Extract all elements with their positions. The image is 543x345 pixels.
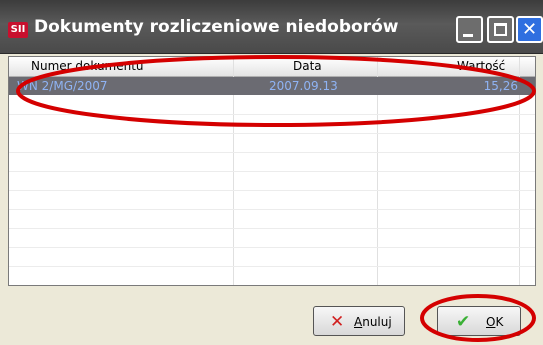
maximize-button[interactable]	[487, 16, 514, 43]
ok-button[interactable]: ✔ OK	[437, 306, 521, 336]
row-line	[9, 228, 535, 229]
cancel-button[interactable]: ✕ Anuluj	[313, 306, 405, 336]
row-line	[9, 114, 535, 115]
column-header-data[interactable]: Data	[293, 59, 322, 73]
row-line	[9, 133, 535, 134]
table-header: Numer dokumentu Data Wartość	[9, 57, 535, 77]
maximize-icon	[494, 23, 507, 36]
column-header-wartosc[interactable]: Wartość	[457, 59, 505, 73]
cell-numer: WN 2/MG/2007	[17, 79, 108, 93]
cell-data: 2007.09.13	[269, 79, 338, 93]
row-line	[9, 266, 535, 267]
window-title: Dokumenty rozliczeniowe niedoborów	[34, 17, 399, 37]
ok-label: OK	[486, 315, 504, 329]
minimize-button[interactable]	[456, 16, 483, 43]
table-row[interactable]: WN 2/MG/2007 2007.09.13 15,26	[9, 77, 535, 95]
cancel-label: Anuluj	[354, 315, 392, 329]
title-bar[interactable]: SII Dokumenty rozliczeniowe niedoborów ✕	[0, 0, 543, 54]
close-button[interactable]: ✕	[516, 16, 543, 43]
row-line	[9, 152, 535, 153]
close-icon: ✕	[521, 19, 538, 40]
x-icon: ✕	[330, 312, 345, 332]
minimize-icon	[463, 34, 473, 37]
dialog-window: SII Dokumenty rozliczeniowe niedoborów ✕…	[0, 0, 543, 345]
cell-wartosc: 15,26	[483, 79, 518, 93]
documents-table[interactable]: Numer dokumentu Data Wartość WN 2/MG/200…	[8, 56, 536, 286]
row-line	[9, 190, 535, 191]
column-header-numer[interactable]: Numer dokumentu	[31, 59, 144, 73]
row-line	[9, 171, 535, 172]
app-icon: SII	[8, 22, 28, 38]
row-line	[9, 247, 535, 248]
row-line	[9, 209, 535, 210]
check-icon: ✔	[456, 312, 471, 332]
